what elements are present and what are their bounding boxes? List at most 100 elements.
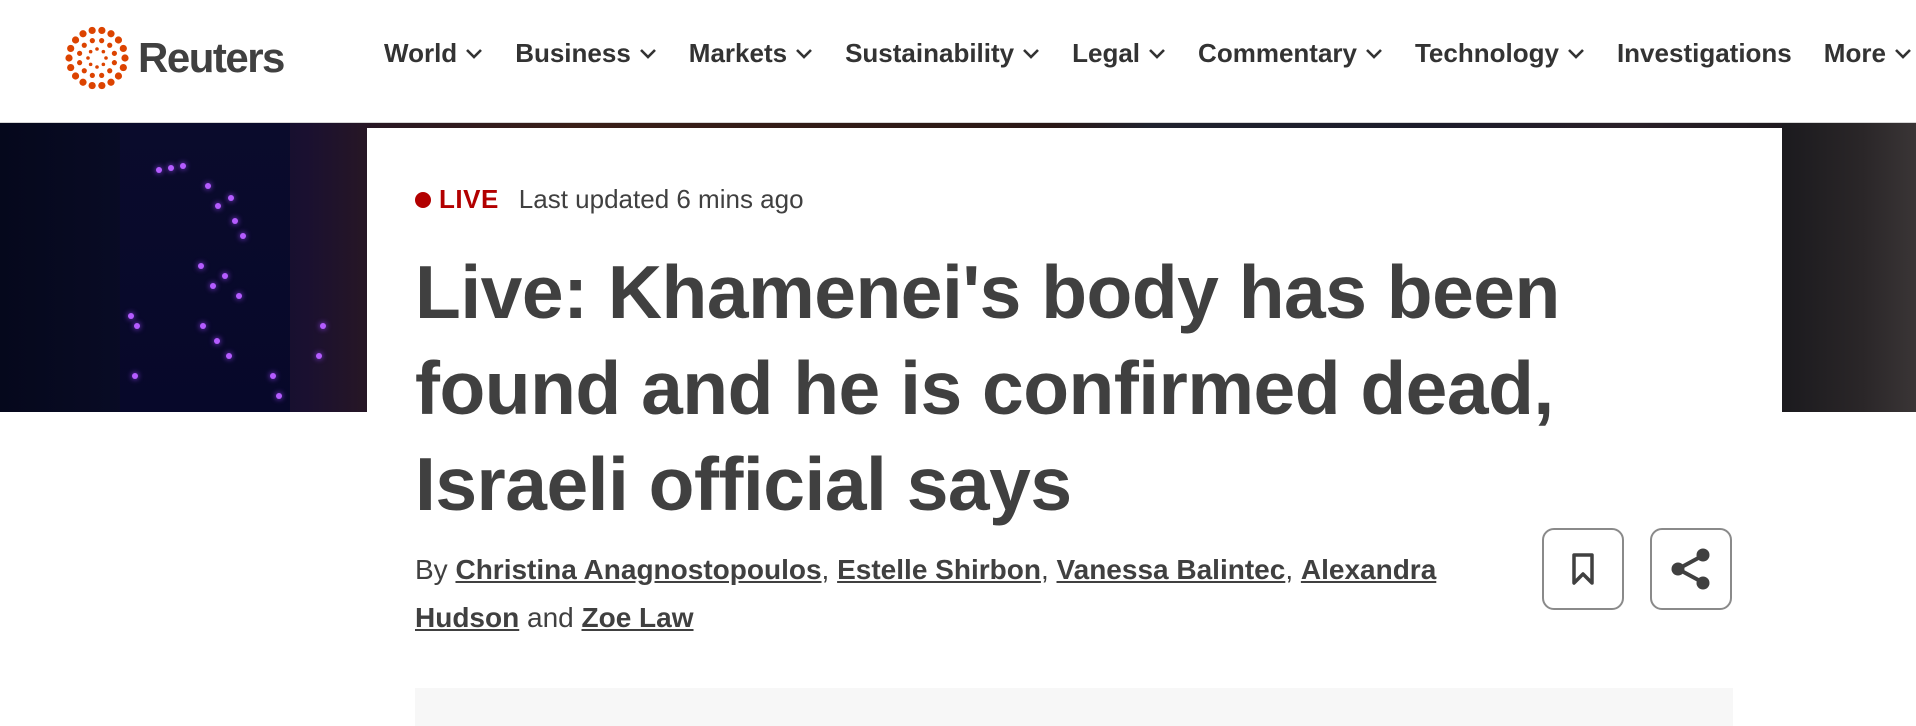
share-icon bbox=[1671, 548, 1710, 590]
hero-light bbox=[270, 373, 276, 379]
logo-dot bbox=[107, 78, 115, 86]
hero-light bbox=[128, 313, 134, 319]
logo-dot bbox=[99, 38, 105, 44]
logo-dot bbox=[77, 60, 83, 66]
nav-item-label: Legal bbox=[1072, 38, 1141, 68]
hero-light bbox=[240, 233, 246, 239]
author-link[interactable]: Zoe Law bbox=[582, 602, 694, 633]
nav-item-commentary[interactable]: Commentary bbox=[1198, 38, 1383, 69]
chevron-down-icon bbox=[1149, 48, 1165, 59]
hero-light bbox=[156, 167, 162, 173]
article-header: LIVE Last updated 6 mins ago Live: Khame… bbox=[367, 128, 1782, 726]
nav-item-markets[interactable]: Markets bbox=[689, 38, 813, 69]
nav-item-business[interactable]: Business bbox=[515, 38, 657, 69]
hero-light bbox=[210, 283, 216, 289]
logo-dot bbox=[119, 63, 127, 72]
logo-dot bbox=[67, 63, 75, 72]
chevron-down-icon bbox=[466, 48, 483, 59]
bookmark-icon bbox=[1572, 553, 1594, 585]
nav-item-label: Technology bbox=[1414, 38, 1559, 68]
chevron-down-icon bbox=[1568, 48, 1584, 59]
logo-dot bbox=[111, 60, 117, 66]
logo-dot bbox=[89, 72, 95, 78]
bookmark-button[interactable] bbox=[1542, 528, 1624, 610]
hero-light bbox=[236, 293, 242, 299]
hero-building bbox=[120, 123, 290, 412]
logo-dot bbox=[107, 42, 113, 48]
nav-item-world[interactable]: World bbox=[384, 38, 483, 69]
nav-item-more[interactable]: More bbox=[1824, 38, 1912, 69]
byline: By Christina Anagnostopoulos, Estelle Sh… bbox=[415, 546, 1475, 642]
logo-wordmark: Reuters bbox=[138, 34, 285, 81]
nav-item-label: Sustainability bbox=[845, 38, 1015, 68]
logo-dot bbox=[95, 47, 99, 51]
nav-item-legal[interactable]: Legal bbox=[1072, 38, 1166, 69]
logo-dot bbox=[81, 42, 87, 48]
nav-item-investigations[interactable]: Investigations bbox=[1617, 38, 1792, 69]
byline-separator: , bbox=[1285, 554, 1294, 585]
logo-dot bbox=[98, 26, 106, 35]
site-header: Reuters World Business Markets Sustainab… bbox=[0, 0, 1916, 123]
logo-dot bbox=[111, 50, 117, 56]
live-feed-panel bbox=[415, 688, 1733, 726]
logo-dot bbox=[89, 38, 95, 44]
logo-dot bbox=[101, 49, 106, 54]
logo-dot bbox=[107, 68, 113, 74]
logo-dot bbox=[99, 72, 105, 78]
author-link[interactable]: Christina Anagnostopoulos bbox=[455, 554, 821, 585]
hero-light bbox=[205, 183, 211, 189]
nav-item-label: Investigations bbox=[1616, 38, 1792, 68]
logo-dot bbox=[65, 54, 73, 62]
chevron-down-icon bbox=[1023, 48, 1040, 59]
hero-light bbox=[228, 195, 234, 201]
hero-light bbox=[320, 323, 326, 329]
logo-dot bbox=[101, 62, 106, 67]
hero-light bbox=[215, 203, 221, 209]
nav-item-technology[interactable]: Technology bbox=[1415, 38, 1585, 69]
chevron-down-icon bbox=[639, 48, 656, 59]
hero-light bbox=[132, 373, 138, 379]
share-button[interactable] bbox=[1650, 528, 1732, 610]
logo-dot bbox=[114, 72, 123, 80]
logo-dot bbox=[114, 36, 123, 44]
author-link[interactable]: Estelle Shirbon bbox=[837, 554, 1041, 585]
logo-dot bbox=[107, 30, 115, 38]
chevron-down-icon bbox=[796, 48, 812, 59]
hero-light bbox=[226, 353, 232, 359]
logo-dot bbox=[88, 26, 96, 35]
hero-light bbox=[134, 323, 140, 329]
nav-item-label: Business bbox=[515, 38, 631, 68]
reuters-logo-icon bbox=[65, 26, 129, 90]
nav-item-sustainability[interactable]: Sustainability bbox=[845, 38, 1040, 69]
byline-prefix: By bbox=[415, 554, 448, 585]
logo-dot bbox=[81, 68, 87, 74]
main-nav: World Business Markets Sustainability Le… bbox=[384, 38, 1912, 69]
live-status: LIVE Last updated 6 mins ago bbox=[415, 184, 804, 215]
author-link[interactable]: Vanessa Balintec bbox=[1057, 554, 1286, 585]
chevron-down-icon bbox=[1366, 48, 1382, 59]
logo-dot bbox=[88, 81, 96, 90]
chevron-down-icon bbox=[1894, 48, 1911, 59]
nav-item-label: World bbox=[384, 38, 458, 68]
logo-dot bbox=[95, 65, 99, 69]
reuters-logo[interactable]: Reuters bbox=[64, 24, 285, 92]
hero-light bbox=[198, 263, 204, 269]
byline-separator: , bbox=[821, 554, 830, 585]
logo-dot bbox=[119, 44, 127, 53]
hero-light bbox=[276, 393, 282, 399]
logo-dot bbox=[71, 72, 80, 80]
last-updated: Last updated 6 mins ago bbox=[518, 184, 804, 214]
hero-building-right bbox=[1782, 123, 1916, 412]
nav-item-label: More bbox=[1823, 38, 1886, 68]
logo-dot bbox=[86, 56, 90, 60]
nav-item-label: Commentary bbox=[1198, 38, 1357, 68]
hero-light bbox=[316, 353, 322, 359]
hero-light bbox=[168, 165, 174, 171]
live-dot-icon bbox=[415, 191, 431, 208]
byline-conjunction: and bbox=[527, 602, 574, 633]
logo-dot bbox=[77, 50, 83, 56]
byline-separator: , bbox=[1040, 554, 1049, 585]
live-badge: LIVE bbox=[439, 184, 499, 214]
hero-light bbox=[232, 218, 238, 224]
logo-dot bbox=[79, 30, 87, 38]
